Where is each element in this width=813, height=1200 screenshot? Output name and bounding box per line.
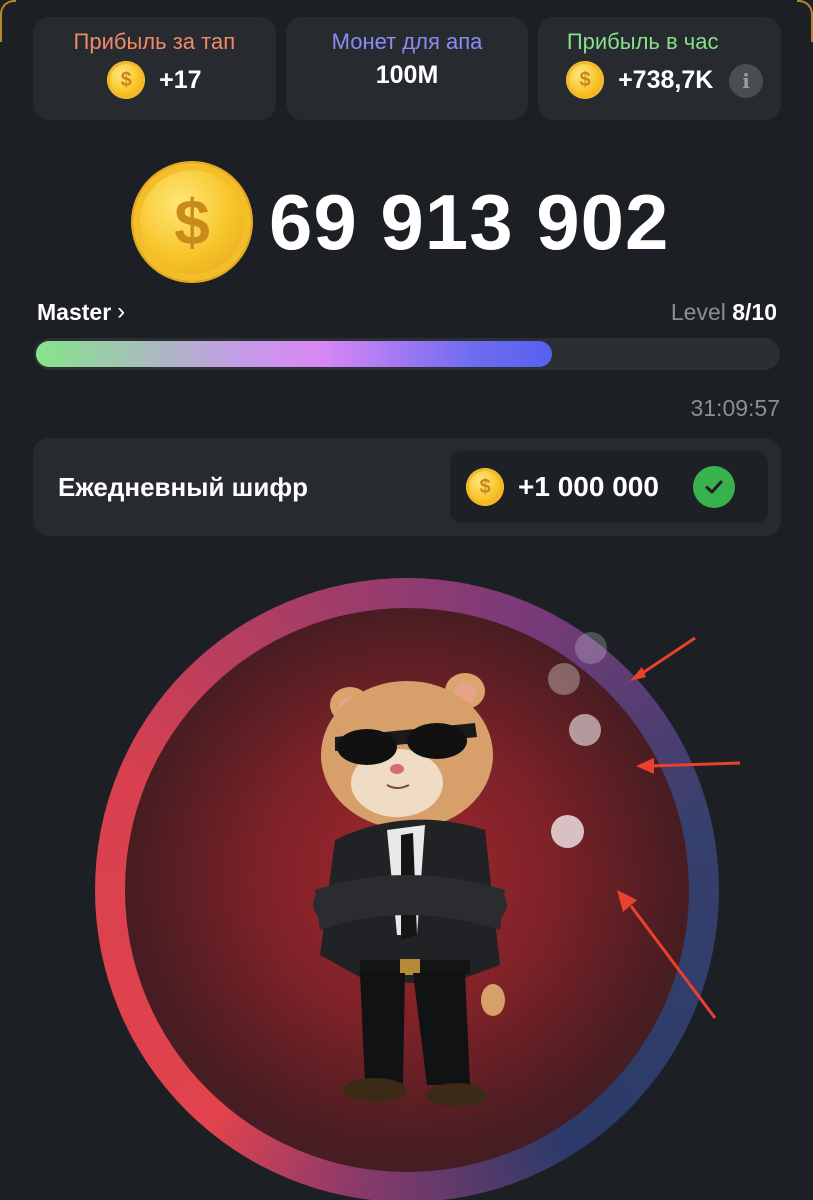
rank-name: Master (37, 298, 112, 325)
chevron-right-icon: › (117, 298, 126, 325)
check-icon (692, 466, 735, 508)
rank-link[interactable]: Master › (37, 298, 125, 326)
cipher-dot (569, 714, 601, 746)
level-value: 8/10 (732, 298, 777, 325)
app-screen: Прибыль за тап $ +17 Монет для апа 100M … (0, 0, 813, 1200)
daily-cipher-card[interactable]: Ежедневный шифр $ +1 000 000 (33, 438, 781, 536)
stats-row: Прибыль за тап $ +17 Монет для апа 100M … (33, 17, 782, 120)
info-icon[interactable]: i (729, 64, 764, 98)
stat-card-coins-to-level-up[interactable]: Монет для апа 100M (285, 17, 529, 120)
stat-label-profit-per-tap: Прибыль за тап (73, 29, 236, 54)
hamster-character[interactable] (305, 665, 515, 1110)
daily-cipher-reward: $ +1 000 000 (450, 451, 768, 523)
stat-card-profit-per-hour[interactable]: Прибыль в час $ +738,7K i (538, 17, 782, 120)
coin-icon: $ (566, 61, 605, 99)
cipher-dot (551, 815, 584, 848)
arrow-annotation (630, 636, 696, 681)
level-progress-fill (36, 341, 552, 367)
level-indicator: Level 8/10 (671, 299, 777, 326)
stat-value-row: 100M (376, 61, 439, 90)
stat-value-coins-to-level-up: 100M (375, 61, 439, 89)
stat-value-profit-per-hour: +738,7K (618, 65, 714, 94)
level-prefix: Level (670, 298, 726, 325)
level-progress-bar (34, 338, 780, 370)
stat-card-profit-per-tap[interactable]: Прибыль за тап $ +17 (33, 17, 276, 120)
cipher-dot (548, 663, 580, 695)
arrow-annotation (617, 890, 717, 1019)
arrow-annotation (636, 758, 741, 774)
stat-value-row: $ +17 (107, 61, 202, 99)
stat-value-row: $ +738,7K (566, 61, 713, 99)
daily-cipher-label: Ежедневный шифр (58, 472, 308, 502)
stat-label-profit-per-hour: Прибыль в час (566, 29, 719, 54)
cipher-dot (575, 632, 607, 664)
frame-corner-right (797, 0, 813, 42)
frame-corner-left (0, 0, 16, 42)
stat-label-coins-to-level-up: Монет для апа (331, 29, 483, 54)
timer: 31:09:57 (690, 395, 780, 421)
stat-value-profit-per-tap: +17 (159, 65, 202, 94)
balance-value: 69 913 902 (269, 177, 670, 266)
coin-icon: $ (133, 163, 251, 281)
coin-icon: $ (107, 61, 146, 99)
daily-cipher-reward-value: +1 000 000 (518, 471, 659, 502)
balance: $ 69 913 902 (133, 162, 669, 282)
level-row: Master › Level 8/10 (37, 298, 777, 326)
coin-icon: $ (466, 468, 504, 506)
